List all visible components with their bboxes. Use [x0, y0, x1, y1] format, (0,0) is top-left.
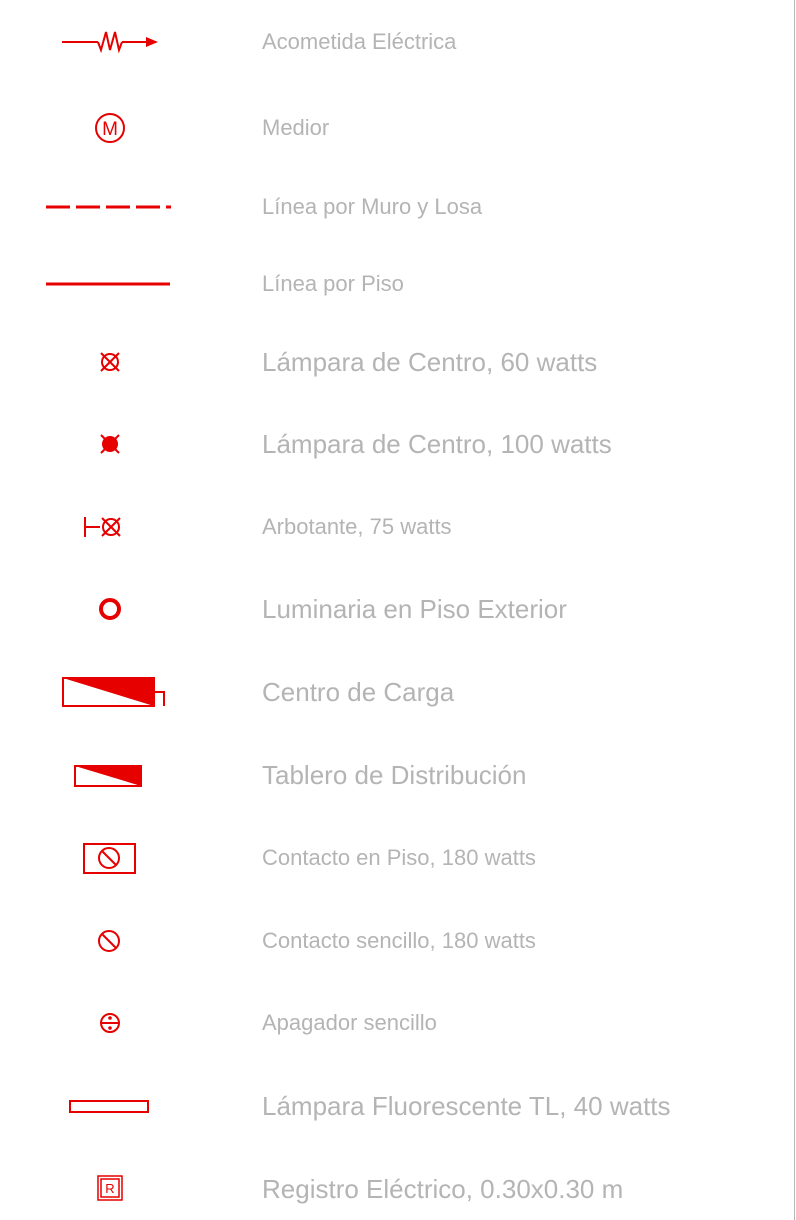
legend-row: Lámpara de Centro, 100 watts: [0, 414, 790, 474]
meter-icon: M: [30, 98, 190, 158]
legend-row: Línea por Muro y Losa: [0, 177, 790, 237]
legend-row: Lámpara de Centro, 60 watts: [0, 332, 790, 392]
legend-row: Apagador sencillo: [0, 993, 790, 1053]
legend-label: Tablero de Distribución: [262, 760, 527, 790]
junction-box-icon: R: [30, 1159, 190, 1219]
page-border: [794, 0, 795, 1220]
svg-text:R: R: [105, 1181, 114, 1196]
floor-outlet-icon: [30, 828, 190, 888]
legend-label: Luminaria en Piso Exterior: [262, 594, 567, 624]
solid-line-icon: [30, 254, 190, 314]
legend-label: Medior: [262, 115, 330, 140]
dashed-line-icon: [30, 177, 190, 237]
exterior-floor-light-icon: [30, 579, 190, 639]
distribution-board-icon: [30, 745, 190, 805]
electric-service-icon: [30, 12, 190, 72]
legend-row: M Medior: [0, 98, 790, 158]
legend-row: Arbotante, 75 watts: [0, 497, 790, 557]
legend-row: Línea por Piso: [0, 254, 790, 314]
symbol-legend: Acometida Eléctrica M Medior Línea por M…: [0, 0, 790, 1220]
legend-row: Centro de Carga: [0, 662, 790, 722]
legend-label: Contacto sencillo, 180 watts: [262, 928, 536, 953]
single-outlet-icon: [30, 911, 190, 971]
legend-row: Lámpara Fluorescente TL, 40 watts: [0, 1076, 790, 1136]
fluorescent-lamp-icon: [30, 1076, 190, 1136]
legend-row: Acometida Eléctrica: [0, 12, 790, 72]
legend-label: Apagador sencillo: [262, 1010, 437, 1035]
legend-label: Arbotante, 75 watts: [262, 514, 452, 539]
legend-label: Lámpara de Centro, 100 watts: [262, 429, 612, 459]
wall-lamp-icon: [30, 497, 190, 557]
legend-label: Acometida Eléctrica: [262, 29, 457, 54]
legend-label: Línea por Piso: [262, 271, 404, 296]
svg-text:M: M: [102, 119, 118, 140]
legend-label: Registro Eléctrico, 0.30x0.30 m: [262, 1174, 624, 1204]
ceiling-lamp-100w-icon: [30, 414, 190, 474]
legend-label: Lámpara de Centro, 60 watts: [262, 347, 598, 377]
legend-row: R Registro Eléctrico, 0.30x0.30 m: [0, 1159, 790, 1219]
legend-row: Tablero de Distribución: [0, 745, 790, 805]
legend-label: Centro de Carga: [262, 677, 455, 707]
ceiling-lamp-60w-icon: [30, 332, 190, 392]
legend-row: Luminaria en Piso Exterior: [0, 579, 790, 639]
legend-row: Contacto sencillo, 180 watts: [0, 911, 790, 971]
legend-label: Contacto en Piso, 180 watts: [262, 845, 536, 870]
legend-label: Lámpara Fluorescente TL, 40 watts: [262, 1091, 671, 1121]
load-center-icon: [30, 662, 190, 722]
legend-row: Contacto en Piso, 180 watts: [0, 828, 790, 888]
legend-label: Línea por Muro y Losa: [262, 194, 483, 219]
single-switch-icon: [30, 993, 190, 1053]
